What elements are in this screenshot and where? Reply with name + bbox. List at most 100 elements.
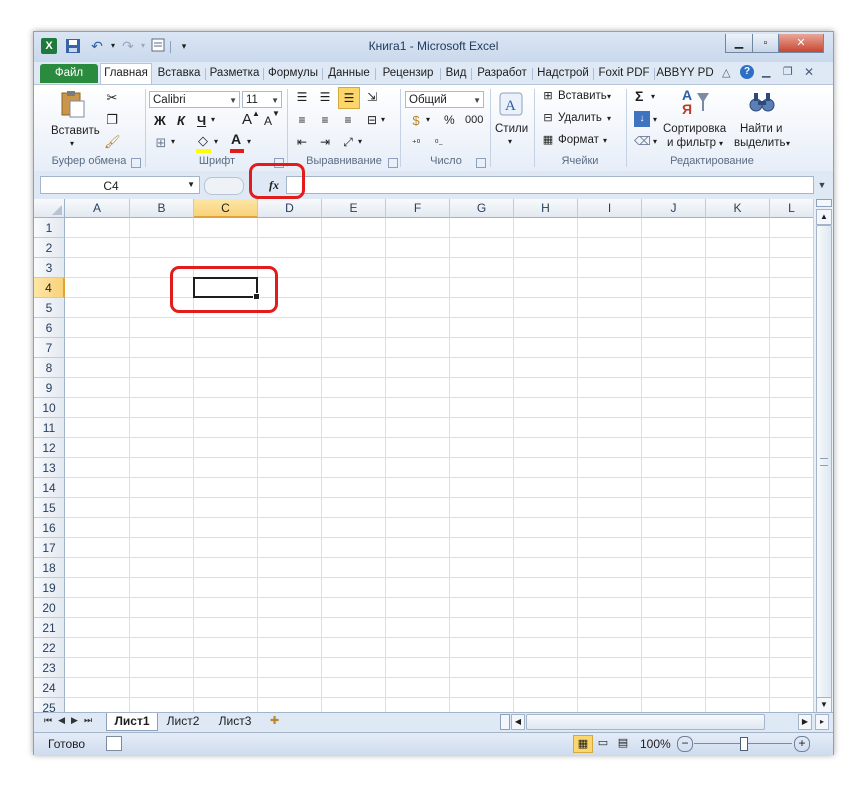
- zoom-slider-thumb[interactable]: [740, 737, 748, 751]
- merge-center-icon[interactable]: ⊟: [364, 112, 380, 128]
- row-header-22[interactable]: 22: [34, 638, 65, 658]
- styles-icon[interactable]: A: [498, 91, 524, 117]
- row-header-23[interactable]: 23: [34, 658, 65, 678]
- underline-dropdown-icon[interactable]: ▾: [211, 115, 215, 124]
- row-header-17[interactable]: 17: [34, 538, 65, 558]
- row-header-13[interactable]: 13: [34, 458, 65, 478]
- row-header-19[interactable]: 19: [34, 578, 65, 598]
- fill-dropdown-icon[interactable]: ▾: [214, 137, 218, 146]
- zoom-slider[interactable]: [694, 737, 792, 751]
- tab-split-handle[interactable]: [500, 714, 510, 730]
- align-right-icon[interactable]: ≡: [340, 112, 356, 128]
- column-header-e[interactable]: E: [322, 199, 386, 218]
- align-top-icon[interactable]: ☰: [294, 89, 310, 105]
- number-launcher-icon[interactable]: [476, 158, 486, 168]
- font-name-select[interactable]: Calibri ▼: [149, 91, 240, 108]
- autosum-dropdown-icon[interactable]: ▾: [651, 92, 655, 101]
- tab-view[interactable]: Вид: [441, 64, 471, 83]
- find-select-label-1[interactable]: Найти и: [740, 123, 782, 135]
- column-header-i[interactable]: I: [578, 199, 642, 218]
- scroll-left-button[interactable]: ◀: [511, 714, 525, 730]
- column-header-a[interactable]: A: [65, 199, 130, 218]
- row-header-20[interactable]: 20: [34, 598, 65, 618]
- expand-formula-bar-icon[interactable]: ▼: [815, 177, 829, 193]
- column-header-f[interactable]: F: [386, 199, 450, 218]
- fill-down-icon[interactable]: ↓: [634, 111, 650, 127]
- row-header-21[interactable]: 21: [34, 618, 65, 638]
- row-header-15[interactable]: 15: [34, 498, 65, 518]
- format-dropdown-icon[interactable]: ▾: [603, 136, 607, 145]
- percent-button[interactable]: %: [444, 113, 455, 127]
- row-header-3[interactable]: 3: [34, 258, 65, 278]
- row-header-10[interactable]: 10: [34, 398, 65, 418]
- column-header-d[interactable]: D: [258, 199, 322, 218]
- column-header-b[interactable]: B: [130, 199, 194, 218]
- row-header-8[interactable]: 8: [34, 358, 65, 378]
- sheet-tab-2[interactable]: Лист2: [158, 713, 208, 730]
- insert-cells-icon[interactable]: ⊞: [540, 88, 556, 104]
- tab-page-layout[interactable]: Разметка: [206, 64, 263, 83]
- row-header-4[interactable]: 4: [34, 278, 65, 298]
- row-header-16[interactable]: 16: [34, 518, 65, 538]
- borders-icon[interactable]: ⊞: [153, 135, 169, 151]
- row-header-7[interactable]: 7: [34, 338, 65, 358]
- split-box-icon[interactable]: [816, 199, 832, 207]
- wrap-text-icon[interactable]: ⇲: [364, 89, 380, 105]
- orientation-icon[interactable]: ⤢: [340, 134, 356, 150]
- vertical-scroll-thumb[interactable]: [816, 225, 832, 701]
- maximize-button[interactable]: ▫: [752, 34, 779, 53]
- fill-dropdown-icon[interactable]: ▾: [653, 115, 657, 124]
- doc-restore-icon[interactable]: ❐: [783, 65, 793, 78]
- name-box-dropdown-icon[interactable]: ▼: [187, 180, 195, 189]
- tab-insert[interactable]: Вставка: [153, 64, 205, 83]
- row-header-24[interactable]: 24: [34, 678, 65, 698]
- row-header-12[interactable]: 12: [34, 438, 65, 458]
- copy-icon[interactable]: ❐: [104, 112, 120, 128]
- decrease-indent-icon[interactable]: ⇤: [294, 134, 310, 150]
- font-color-dropdown-icon[interactable]: ▾: [247, 137, 251, 146]
- font-color-button[interactable]: A: [231, 131, 241, 147]
- zoom-out-button[interactable]: −: [677, 736, 693, 752]
- format-cells-icon[interactable]: ▦: [540, 132, 556, 148]
- clipboard-launcher-icon[interactable]: [131, 158, 141, 168]
- styles-dropdown-icon[interactable]: ▾: [508, 137, 512, 146]
- tab-foxit-pdf[interactable]: Foxit PDF: [594, 64, 654, 83]
- tab-home[interactable]: Главная: [100, 63, 152, 85]
- row-header-9[interactable]: 9: [34, 378, 65, 398]
- tab-file[interactable]: Файл: [40, 64, 98, 83]
- insert-cells-button[interactable]: Вставить: [558, 90, 607, 102]
- macro-record-icon[interactable]: [106, 736, 122, 751]
- sort-filter-label-2[interactable]: и фильтр: [667, 137, 716, 149]
- sheet-tab-1[interactable]: Лист1: [106, 713, 158, 731]
- orientation-dropdown-icon[interactable]: ▾: [358, 137, 362, 146]
- doc-close-icon[interactable]: ✕: [804, 65, 814, 79]
- sort-filter-label-1[interactable]: Сортировка: [663, 123, 726, 135]
- column-header-h[interactable]: H: [514, 199, 578, 218]
- find-select-icon[interactable]: [748, 87, 776, 119]
- name-box[interactable]: C4 ▼: [40, 176, 200, 194]
- grow-font-button[interactable]: A: [242, 111, 252, 128]
- delete-cells-button[interactable]: Удалить: [558, 112, 602, 124]
- increase-indent-icon[interactable]: ⇥: [317, 134, 333, 150]
- row-header-6[interactable]: 6: [34, 318, 65, 338]
- sheet-tab-3[interactable]: Лист3: [210, 713, 260, 730]
- row-header-2[interactable]: 2: [34, 238, 65, 258]
- align-middle-icon[interactable]: ☰: [317, 89, 333, 105]
- fill-color-icon[interactable]: ◇: [195, 133, 211, 149]
- scroll-right-button[interactable]: ▶: [798, 714, 812, 730]
- select-all-corner[interactable]: [34, 199, 65, 218]
- scroll-up-button[interactable]: ▲: [816, 209, 832, 225]
- currency-icon[interactable]: $: [408, 113, 424, 129]
- tab-review[interactable]: Рецензир: [376, 64, 440, 83]
- column-header-k[interactable]: K: [706, 199, 770, 218]
- page-layout-view-icon[interactable]: ▭: [596, 736, 610, 750]
- column-header-l[interactable]: L: [770, 199, 814, 218]
- number-format-select[interactable]: Общий ▼: [405, 91, 484, 108]
- find-select-label-2[interactable]: выделить: [734, 137, 786, 149]
- page-break-view-icon[interactable]: ▤: [616, 736, 630, 750]
- align-left-icon[interactable]: ≡: [294, 112, 310, 128]
- split-horizontal-icon[interactable]: ▸: [815, 714, 829, 730]
- tab-abbyy-pdf[interactable]: ABBYY PD: [655, 64, 715, 83]
- tab-formulas[interactable]: Формулы: [264, 64, 322, 83]
- minimize-button[interactable]: ▁: [725, 34, 753, 53]
